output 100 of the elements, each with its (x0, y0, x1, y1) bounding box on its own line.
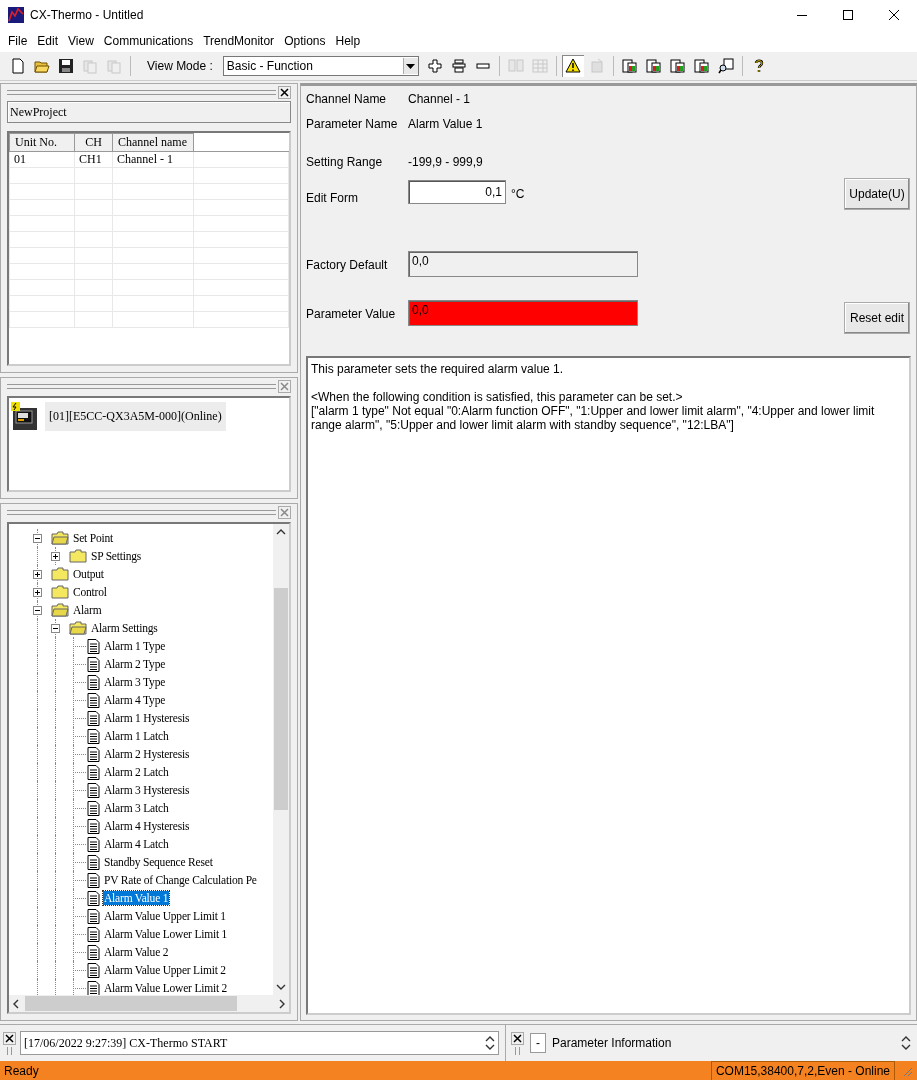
document-icon (87, 872, 100, 888)
tree-item[interactable]: Output (72, 567, 105, 581)
tree-item[interactable]: Alarm 3 Type (103, 675, 167, 689)
menu-item[interactable]: Help (330, 34, 366, 48)
column-header[interactable]: Unit No. (9, 133, 75, 152)
connection-status: COM15,38400,7,2,Even - Online (710, 1061, 895, 1080)
expander-icon[interactable] (33, 533, 42, 543)
description-text: This parameter sets the required alarm value 1. (311, 362, 565, 376)
tree-item[interactable]: Standby Sequence Reset (103, 855, 214, 869)
tree-item[interactable]: Alarm Value Upper Limit 1 (103, 909, 227, 923)
action-button[interactable]: Update(U) (844, 177, 910, 210)
tree-item[interactable]: Alarm 1 Latch (103, 729, 170, 743)
menu-item[interactable]: Edit (32, 34, 64, 48)
value-display: 0,0 (408, 300, 638, 327)
scroll-left-icon[interactable] (13, 998, 19, 1009)
document-icon (87, 692, 100, 708)
expander-icon[interactable] (33, 605, 42, 615)
tree-item[interactable]: Alarm 2 Hysteresis (103, 747, 191, 761)
document-icon (87, 782, 100, 798)
log-entry: [17/06/2022 9:27:39] CX-Thermo START (24, 1035, 229, 1051)
tree-item[interactable]: Alarm Value Lower Limit 2 (103, 981, 229, 995)
folder-icon (51, 567, 69, 581)
document-icon (87, 800, 100, 816)
window-title: CX-Thermo - Untitled (30, 8, 144, 22)
description-text: <When the following condition is satisfied, this parameter can be set.> (311, 390, 684, 404)
status-text: Ready (3, 1064, 40, 1078)
folder-icon (69, 549, 87, 563)
scroll-down-icon[interactable] (276, 984, 286, 990)
tree-item[interactable]: PV Rate of Change Calculation Pe (103, 873, 258, 887)
tree-item[interactable]: Alarm 3 Latch (103, 801, 170, 815)
pane-title: Parameter Information (552, 1036, 673, 1050)
tree-item[interactable]: Set Point (72, 531, 115, 545)
document-icon (87, 944, 100, 960)
expander-icon[interactable] (33, 569, 42, 579)
document-icon (87, 980, 100, 995)
tree-item[interactable]: Alarm (72, 603, 103, 617)
tree-item[interactable]: Alarm 3 Hysteresis (103, 783, 191, 797)
tree-item[interactable]: Alarm Value Upper Limit 2 (103, 963, 227, 977)
tree-item[interactable]: Control (72, 585, 108, 599)
folder-icon (69, 621, 87, 635)
menu-item[interactable]: TrendMonitor (198, 34, 280, 48)
tree-item[interactable]: Alarm 2 Type (103, 657, 167, 671)
tree-item[interactable]: Alarm Value 2 (103, 945, 170, 959)
tree-item[interactable]: Alarm Value 1 (103, 891, 170, 905)
tree-item[interactable]: SP Settings (90, 549, 143, 563)
scroll-right-icon[interactable] (279, 998, 285, 1009)
document-icon (87, 674, 100, 690)
dropdown-arrow-icon (406, 63, 416, 69)
document-icon (87, 710, 100, 726)
tree-item[interactable]: Alarm 1 Type (103, 639, 167, 653)
document-icon (87, 962, 100, 978)
warning-icon[interactable] (561, 55, 584, 77)
device-item[interactable]: [01][E5CC-QX3A5M-000](Online) (45, 402, 226, 431)
project-name-field: NewProject (7, 101, 291, 123)
document-icon (87, 908, 100, 924)
menu-item[interactable]: File (3, 34, 33, 48)
document-icon (87, 638, 100, 654)
tree-item[interactable]: Alarm 4 Hysteresis (103, 819, 191, 833)
spin-arrows-icon[interactable] (485, 1035, 495, 1051)
field-value: Alarm Value 1 (408, 117, 483, 132)
column-header[interactable]: Channel name (112, 133, 194, 152)
field-value: Channel - 1 (408, 92, 471, 106)
expander-icon[interactable] (33, 587, 42, 597)
resize-grip-icon[interactable] (901, 1065, 913, 1077)
tree-item[interactable]: Alarm 4 Latch (103, 837, 170, 851)
column-header[interactable]: CH (74, 133, 113, 152)
scroll-up-icon[interactable] (276, 529, 286, 535)
close-icon[interactable] (2, 1031, 16, 1045)
document-icon (87, 818, 100, 834)
table-cell: 01 (9, 151, 75, 168)
tree-item[interactable]: Alarm Settings (90, 621, 159, 635)
field-value: -199,9 - 999,9 (408, 154, 483, 169)
action-button[interactable]: Reset edit (844, 302, 910, 335)
close-icon[interactable] (510, 1031, 524, 1045)
field-label: Edit Form (306, 189, 359, 205)
document-icon (87, 926, 100, 942)
expander-icon[interactable] (51, 551, 60, 561)
folder-icon (51, 585, 69, 599)
expander-icon[interactable] (51, 623, 60, 633)
horizontal-scrollbar[interactable] (9, 995, 289, 1012)
table-cell: Channel - 1 (112, 151, 194, 168)
tree-item[interactable]: Alarm 1 Hysteresis (103, 711, 191, 725)
view-mode-label: View Mode : (147, 59, 213, 73)
vertical-scrollbar[interactable] (273, 524, 289, 995)
value-input[interactable]: 0,1 (408, 179, 506, 204)
field-label: Parameter Value (306, 307, 397, 322)
folder-icon (51, 531, 69, 545)
tree-item[interactable]: Alarm 4 Type (103, 693, 167, 707)
view-mode-dropdown[interactable]: Basic - Function (222, 56, 419, 76)
tree-item[interactable]: Alarm 2 Latch (103, 765, 170, 779)
menu-item[interactable]: View (63, 34, 99, 48)
description-text: ["alarm 1 type" Not equal "0:Alarm function OFF", "1:Upper and lower limit alarm", "4:Upper and lower limit range alarm", "5:Upper and lower limit alarm with standby sequence", "12:LBA"] (311, 404, 876, 432)
spin-arrows-icon[interactable] (901, 1035, 911, 1051)
unit-label: °C (511, 186, 525, 201)
toggle-button[interactable]: - (530, 1033, 546, 1053)
menu-item[interactable]: Options (279, 34, 331, 48)
tree-item[interactable]: Alarm Value Lower Limit 1 (103, 927, 229, 941)
menu-item[interactable]: Communications (98, 34, 199, 48)
document-icon (87, 728, 100, 744)
close-icon[interactable] (278, 85, 291, 99)
